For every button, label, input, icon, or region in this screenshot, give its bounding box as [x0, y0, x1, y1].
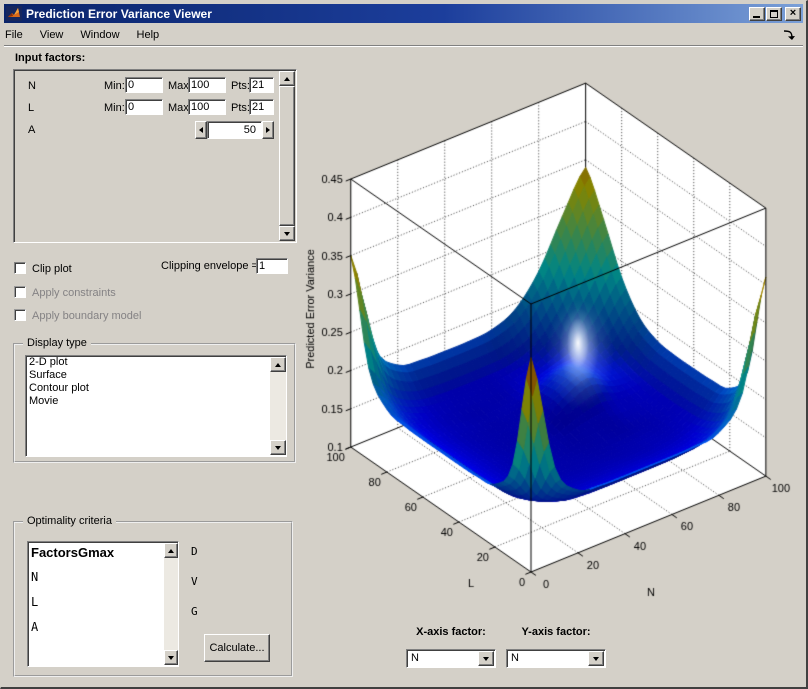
apply-boundary-checkbox — [14, 309, 26, 321]
pts-label-l: Pts: — [231, 102, 250, 114]
min-field-l[interactable]: 0 — [125, 99, 163, 115]
max-label-n: Max — [168, 80, 189, 92]
list-item-movie[interactable]: Movie — [26, 395, 286, 408]
close-button[interactable]: × — [785, 7, 801, 21]
factor-name-n: N — [28, 80, 36, 92]
apply-boundary-label: Apply boundary model — [32, 310, 141, 322]
menu-bar: File View Window Help — [5, 25, 802, 44]
menu-view[interactable]: View — [40, 27, 73, 43]
factor-name-l: L — [28, 102, 34, 114]
criterion-d-label: D — [191, 545, 198, 558]
slider-value-field[interactable]: 50 — [207, 121, 262, 139]
menu-file[interactable]: File — [5, 27, 32, 43]
menu-window[interactable]: Window — [80, 27, 128, 43]
optimality-item-a[interactable]: A — [28, 615, 178, 640]
arrow-down-icon — [168, 656, 174, 663]
arrow-right-icon — [266, 127, 273, 133]
x-axis-factor-label: X-axis factor: — [406, 626, 496, 638]
arrow-up-icon — [275, 360, 281, 367]
scroll-up-button[interactable] — [270, 357, 286, 372]
clipping-envelope-label: Clipping envelope = — [161, 260, 258, 272]
display-type-legend: Display type — [23, 337, 91, 349]
optimality-legend: Optimality criteria — [23, 515, 116, 527]
title-bar[interactable]: Prediction Error Variance Viewer × — [4, 4, 803, 23]
dropdown-button[interactable] — [478, 651, 494, 666]
calculate-button[interactable]: Calculate... — [204, 634, 270, 662]
min-label-l: Min: — [104, 102, 125, 114]
scroll-down-button[interactable] — [164, 650, 178, 665]
pev-surface-plot — [301, 51, 808, 621]
scrollbar-thumb[interactable] — [279, 86, 295, 226]
slider-right-button[interactable] — [262, 121, 274, 139]
clip-plot-label: Clip plot — [32, 263, 72, 275]
y-axis-factor-dropdown[interactable]: N — [506, 649, 606, 668]
clip-plot-checkbox[interactable] — [14, 262, 26, 274]
input-factors-panel: N Min: 0 Max 100 Pts: 21 L Min: 0 Max 10… — [13, 69, 297, 243]
pts-label-n: Pts: — [231, 80, 250, 92]
slider-left-button[interactable] — [195, 121, 207, 139]
display-type-scrollbar[interactable] — [270, 357, 286, 455]
optimality-listbox[interactable]: FactorsGmax N L A — [27, 541, 179, 667]
max-field-n[interactable]: 100 — [188, 77, 226, 93]
arrow-up-icon — [284, 74, 290, 81]
dropdown-button[interactable] — [588, 651, 604, 666]
criterion-v-label: V — [191, 575, 198, 588]
input-factors-scrollbar[interactable] — [279, 71, 295, 241]
x-axis-factor-dropdown[interactable]: N — [406, 649, 496, 668]
header-factors: Factors — [31, 545, 78, 560]
x-axis-factor-value: N — [411, 652, 419, 664]
factor-name-a: A — [28, 124, 35, 136]
arrow-down-icon — [284, 232, 290, 239]
optimality-scrollbar[interactable] — [164, 543, 178, 665]
maximize-icon — [770, 10, 778, 18]
max-label-l: Max — [168, 102, 189, 114]
chevron-down-icon — [483, 657, 489, 664]
matlab-icon — [6, 6, 22, 21]
min-field-n[interactable]: 0 — [125, 77, 163, 93]
list-item-surface[interactable]: Surface — [26, 369, 286, 382]
scroll-down-button[interactable] — [279, 226, 295, 241]
input-factors-label: Input factors: — [15, 52, 85, 64]
min-label-n: Min: — [104, 80, 125, 92]
arrow-down-icon — [275, 446, 281, 453]
pts-field-l[interactable]: 21 — [249, 99, 274, 115]
close-icon: × — [786, 7, 800, 19]
maximize-button[interactable] — [766, 7, 782, 21]
window-title: Prediction Error Variance Viewer — [26, 7, 748, 21]
minimize-icon — [753, 16, 760, 18]
arrow-up-icon — [168, 546, 174, 553]
display-type-group: Display type 2-D plot Surface Contour pl… — [13, 343, 296, 463]
dock-figure-icon[interactable] — [782, 28, 796, 42]
header-gmax: Gmax — [78, 545, 114, 560]
scroll-down-button[interactable] — [270, 440, 286, 455]
criterion-g-label: G — [191, 605, 198, 618]
menu-separator — [4, 45, 803, 47]
scroll-up-button[interactable] — [164, 543, 178, 558]
pts-field-n[interactable]: 21 — [249, 77, 274, 93]
display-type-listbox[interactable]: 2-D plot Surface Contour plot Movie — [25, 355, 287, 457]
list-item-contour[interactable]: Contour plot — [26, 382, 286, 395]
app-window: Prediction Error Variance Viewer × File … — [0, 0, 808, 689]
optimality-header: FactorsGmax — [28, 542, 178, 565]
arrow-left-icon — [196, 127, 203, 133]
menu-help[interactable]: Help — [137, 27, 169, 43]
y-axis-factor-label: Y-axis factor: — [506, 626, 606, 638]
scroll-up-button[interactable] — [279, 71, 295, 86]
optimality-item-l[interactable]: L — [28, 590, 178, 615]
apply-constraints-label: Apply constraints — [32, 287, 116, 299]
max-field-l[interactable]: 100 — [188, 99, 226, 115]
chevron-down-icon — [593, 657, 599, 664]
optimality-criteria-group: Optimality criteria FactorsGmax N L A D … — [13, 521, 293, 677]
y-axis-factor-value: N — [511, 652, 519, 664]
clipping-envelope-field[interactable]: 1 — [256, 258, 288, 274]
list-item-2d-plot[interactable]: 2-D plot — [26, 356, 286, 369]
optimality-item-n[interactable]: N — [28, 565, 178, 590]
minimize-button[interactable] — [749, 7, 765, 21]
apply-constraints-checkbox — [14, 286, 26, 298]
